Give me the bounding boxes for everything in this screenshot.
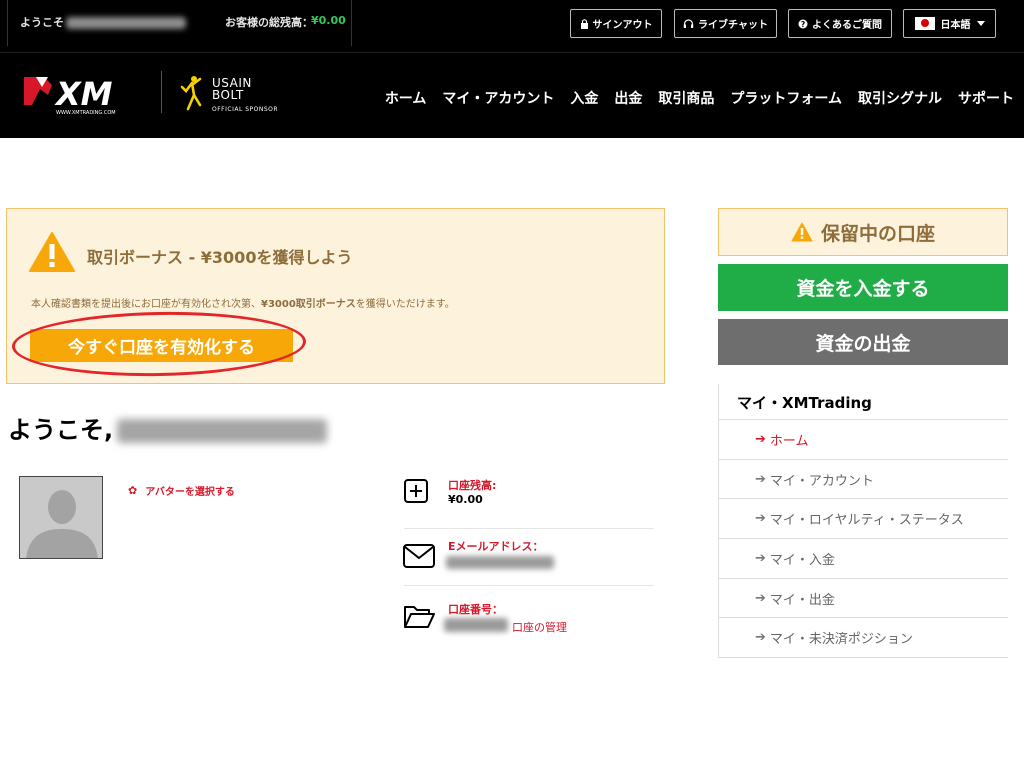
language-select[interactable]: 日本語	[903, 9, 996, 38]
bonus-desc-amount: ¥3000取引ボーナス	[261, 299, 356, 310]
official-sponsor-label: OFFICIAL SPONSOR	[212, 106, 279, 113]
side-item-label: ホーム	[769, 433, 809, 449]
plus-square-icon	[404, 479, 428, 503]
activate-account-button[interactable]: 今すぐ口座を有効化する	[30, 329, 293, 362]
arrow-right-icon: ➔	[755, 630, 766, 646]
gear-icon: ✿	[128, 484, 138, 497]
avatar	[19, 476, 103, 559]
faq-button[interactable]: ? よくあるご質問	[788, 9, 892, 38]
divider	[161, 71, 162, 113]
side-item-open-positions[interactable]: ➔ マイ・未決済ポジション	[719, 618, 1008, 659]
side-item-home[interactable]: ➔ ホーム	[719, 420, 1008, 460]
livechat-label: ライブチャット	[698, 20, 768, 31]
my-xmtrading-menu: マイ・XMTrading ➔ ホーム ➔ マイ・アカウント ➔ マイ・ロイヤルテ…	[718, 384, 1008, 659]
bonus-title: 取引ボーナス - ¥3000を獲得しよう	[87, 248, 353, 267]
side-item-my-withdrawal[interactable]: ➔ マイ・出金	[719, 579, 1008, 619]
welcome-label: ようこそ	[20, 16, 64, 29]
top-bar: ようこそ お客様の総残高： ¥0.00 サインアウト ライブチャット ? よくあ…	[0, 0, 1024, 52]
user-name-redacted	[117, 419, 328, 443]
user-name-redacted	[66, 17, 186, 29]
signout-label: サインアウト	[592, 20, 653, 31]
nav-deposit[interactable]: 入金	[570, 88, 598, 108]
livechat-button[interactable]: ライブチャット	[674, 9, 777, 38]
total-balance-label: お客様の総残高：	[225, 16, 313, 29]
svg-text:?: ?	[801, 20, 805, 29]
my-xmtrading-heading: マイ・XMTrading	[719, 384, 1008, 420]
arrow-right-icon: ➔	[755, 431, 766, 447]
pending-account-banner: 保留中の口座	[718, 208, 1008, 256]
arrow-right-icon: ➔	[755, 471, 766, 487]
question-icon: ?	[798, 19, 808, 29]
divider	[404, 528, 654, 529]
choose-avatar-label: アバターを選択する	[145, 487, 235, 498]
email-value-redacted	[446, 556, 554, 569]
warning-icon	[29, 232, 75, 272]
main-nav: ホーム マイ・アカウント 入金 出金 取引商品 プラットフォーム 取引シグナル …	[369, 88, 1014, 108]
side-item-label: マイ・ロイヤルティ・ステータス	[769, 513, 964, 529]
welcome-greeting: ようこそ	[20, 14, 188, 30]
bonus-desc-suffix: を獲得いただけます。	[355, 299, 455, 310]
account-number-redacted	[444, 618, 508, 632]
side-item-my-account[interactable]: ➔ マイ・アカウント	[719, 460, 1008, 500]
email-label: Eメールアドレス：	[448, 540, 544, 553]
welcome-heading: ようこそ,	[8, 410, 328, 445]
side-item-loyalty-status[interactable]: ➔ マイ・ロイヤルティ・ステータス	[719, 499, 1008, 540]
nav-products[interactable]: 取引商品	[658, 88, 714, 108]
bolt-runner-icon	[180, 76, 202, 111]
lock-icon	[580, 18, 588, 29]
warning-icon	[791, 222, 813, 242]
nav-signals[interactable]: 取引シグナル	[858, 88, 942, 108]
choose-avatar-link[interactable]: ✿ アバターを選択する	[128, 483, 235, 498]
side-item-label: マイ・出金	[769, 592, 835, 608]
nav-my-account[interactable]: マイ・アカウント	[442, 88, 554, 108]
sponsor-name-line2: BOLT	[212, 88, 244, 102]
side-item-label: マイ・アカウント	[769, 473, 874, 489]
caret-down-icon	[976, 21, 985, 26]
nav-support[interactable]: サポート	[958, 88, 1014, 108]
nav-withdraw[interactable]: 出金	[614, 88, 642, 108]
signout-button[interactable]: サインアウト	[570, 9, 662, 38]
faq-label: よくあるご質問	[812, 20, 882, 31]
total-balance-value: ¥0.00	[311, 14, 346, 27]
side-item-label: マイ・入金	[769, 552, 835, 568]
svg-text:WWW.XMTRADING.COM: WWW.XMTRADING.COM	[56, 110, 116, 116]
envelope-icon	[403, 544, 435, 568]
user-silhouette-icon	[26, 490, 98, 558]
bonus-description: 本人確認書類を提出後にお口座が有効化され次第、¥3000取引ボーナスを獲得いただ…	[31, 295, 455, 310]
folder-open-icon	[404, 606, 435, 628]
divider	[351, 0, 352, 46]
arrow-right-icon: ➔	[755, 590, 766, 606]
manage-account-link[interactable]: 口座の管理	[512, 619, 567, 635]
welcome-heading-label: ようこそ,	[8, 416, 114, 444]
xm-logo[interactable]: XM WWW.XMTRADING.COM	[22, 73, 148, 117]
headset-icon	[683, 18, 694, 28]
side-item-my-deposit[interactable]: ➔ マイ・入金	[719, 539, 1008, 579]
nav-platforms[interactable]: プラットフォーム	[730, 88, 842, 108]
side-item-label: マイ・未決済ポジション	[769, 632, 913, 648]
main-header: XM WWW.XMTRADING.COM USAIN BOLT OFFICIAL…	[0, 52, 1024, 138]
svg-text:XM: XM	[54, 75, 113, 113]
deposit-funds-button[interactable]: 資金を入金する	[718, 264, 1008, 311]
arrow-right-icon: ➔	[755, 511, 766, 527]
account-number-label: 口座番号：	[448, 603, 503, 616]
divider	[7, 0, 8, 46]
withdraw-funds-button[interactable]: 資金の出金	[718, 319, 1008, 365]
account-balance-value: ¥0.00	[448, 493, 483, 506]
language-label: 日本語	[940, 20, 971, 31]
bonus-notice: 取引ボーナス - ¥3000を獲得しよう 本人確認書類を提出後にお口座が有効化さ…	[6, 208, 665, 384]
arrow-right-icon: ➔	[755, 550, 766, 566]
nav-home[interactable]: ホーム	[385, 88, 427, 108]
bonus-desc-prefix: 本人確認書類を提出後にお口座が有効化され次第、	[31, 299, 261, 310]
japan-flag-icon	[914, 17, 935, 30]
divider	[404, 585, 654, 586]
account-balance-label: 口座残高:	[448, 479, 497, 492]
usain-bolt-sponsor: USAIN BOLT OFFICIAL SPONSOR	[174, 73, 294, 115]
pending-account-label: 保留中の口座	[820, 222, 935, 245]
